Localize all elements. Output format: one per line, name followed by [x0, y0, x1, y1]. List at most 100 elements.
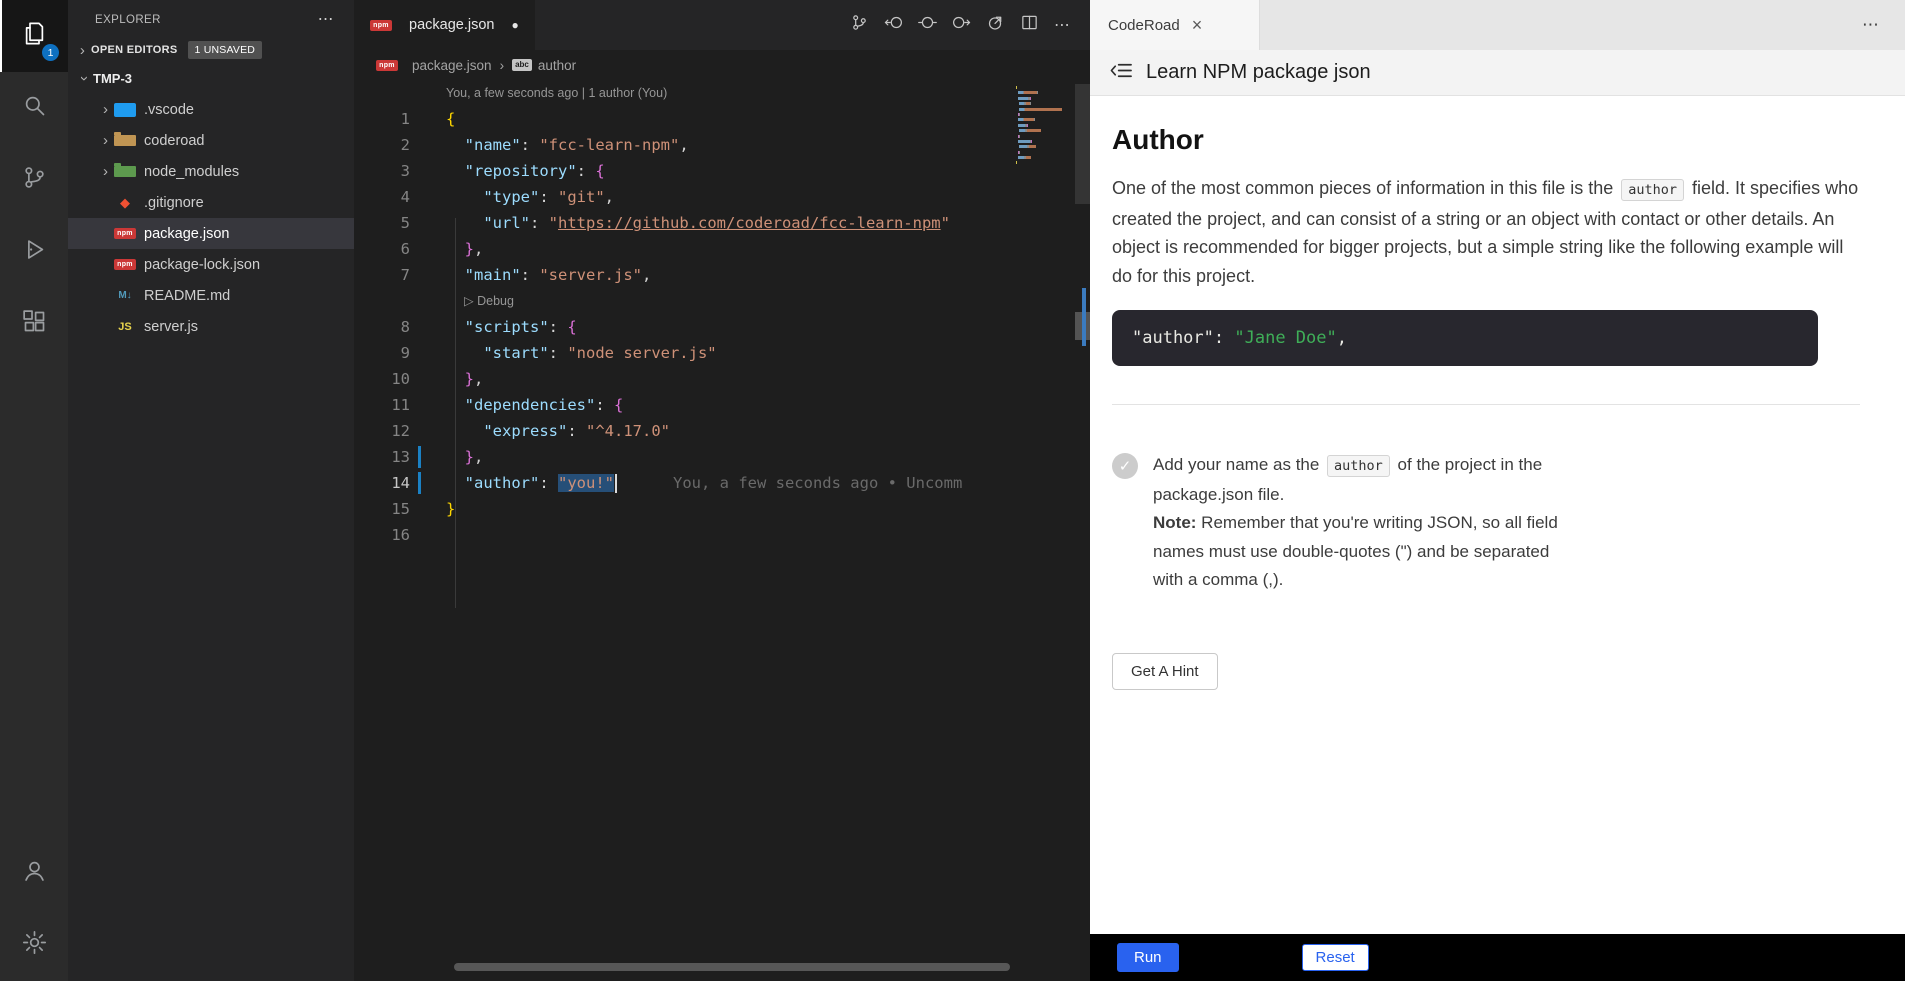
code-line-16[interactable]: 16 [354, 522, 1000, 548]
code-line-3[interactable]: 3 "repository": { [354, 158, 1000, 184]
activity-settings-button[interactable] [0, 909, 68, 981]
code-line-7[interactable]: 7 "main": "server.js", [354, 262, 1000, 288]
code-line-1[interactable]: 1{ [354, 106, 1000, 132]
file-item-README.md[interactable]: M↓README.md [68, 280, 354, 311]
example-token: , [1337, 328, 1347, 348]
code-line-15[interactable]: 15} [354, 496, 1000, 522]
chevron-right-icon: › [97, 132, 114, 149]
code-token [446, 188, 483, 206]
minimap-line [1016, 129, 1066, 132]
codelens-row[interactable]: You, a few seconds ago | 1 author (You) [354, 80, 1000, 106]
codelens-label[interactable]: ▷ Debug [410, 288, 514, 314]
editor-more-actions-icon[interactable]: ⋯ [1054, 15, 1070, 35]
markdown-icon: M↓ [114, 290, 136, 301]
coderoad-more-actions-icon[interactable]: ⋯ [1862, 15, 1905, 35]
line-number: 9 [354, 340, 410, 366]
extensions-icon [21, 308, 48, 340]
breadcrumb-separator: › [500, 58, 505, 73]
open-editors-section[interactable]: › OPEN EDITORS 1 UNSAVED [68, 36, 354, 64]
code-line-4[interactable]: 4 "type": "git", [354, 184, 1000, 210]
line-number: 12 [354, 418, 410, 444]
open-changes-icon[interactable] [918, 13, 937, 37]
line-number: 3 [354, 158, 410, 184]
overview-ruler[interactable] [1075, 80, 1090, 981]
chevron-right-icon: › [97, 163, 114, 180]
run-button[interactable]: Run [1117, 943, 1179, 972]
tab-package-json[interactable]: npm package.json ● [354, 0, 535, 50]
file-item-server.js[interactable]: JSserver.js [68, 311, 354, 342]
tab-label: package.json [409, 17, 494, 33]
activity-extensions-button[interactable] [0, 288, 68, 360]
chevron-right-icon: › [74, 42, 91, 59]
workspace-root-folder[interactable]: › TMP-3 [68, 64, 354, 92]
code-line-14[interactable]: 14 "author": "you!" You, a few seconds a… [354, 470, 1000, 496]
minimap-line [1016, 102, 1066, 105]
codelens-label[interactable]: You, a few seconds ago | 1 author (You) [410, 80, 667, 106]
code-line-6[interactable]: 6 }, [354, 236, 1000, 262]
scrollbar-slider[interactable] [1075, 84, 1090, 204]
activity-source-control-button[interactable] [0, 144, 68, 216]
code-line-5[interactable]: 5 "url": "https://github.com/coderoad/fc… [354, 210, 1000, 236]
close-icon[interactable]: × [1192, 15, 1203, 36]
text-run: Remember that you're writing JSON, so al… [1153, 513, 1558, 589]
tab-coderoad[interactable]: CodeRoad × [1090, 0, 1260, 50]
codelens-row[interactable]: ▷ Debug [354, 288, 1000, 314]
horizontal-scrollbar[interactable] [454, 963, 1010, 971]
activity-run-debug-button[interactable] [0, 216, 68, 288]
code-line-13[interactable]: 13 }, [354, 444, 1000, 470]
code-line-9[interactable]: 9 "start": "node server.js" [354, 340, 1000, 366]
code-editor[interactable]: You, a few seconds ago | 1 author (You)1… [354, 80, 1000, 951]
back-to-lessons-icon[interactable] [1110, 60, 1133, 86]
indent-guide [455, 218, 456, 608]
minimap[interactable] [1016, 86, 1066, 172]
code-token: : [595, 396, 614, 414]
activity-account-button[interactable] [0, 837, 68, 909]
line-number [354, 288, 410, 314]
breadcrumb-file[interactable]: npm package.json [376, 58, 492, 73]
code-line-11[interactable]: 11 "dependencies": { [354, 392, 1000, 418]
file-item-coderoad[interactable]: › coderoad [68, 125, 354, 156]
code-line-content: }, [410, 236, 483, 262]
breadcrumb-symbol[interactable]: abc author [512, 58, 576, 73]
text-run: Add your name as the [1153, 455, 1324, 474]
line-number: 2 [354, 132, 410, 158]
explorer-badge: 1 [42, 44, 59, 61]
get-hint-button[interactable]: Get A Hint [1112, 653, 1218, 690]
code-line-12[interactable]: 12 "express": "^4.17.0" [354, 418, 1000, 444]
lesson-title: Learn NPM package json [1146, 61, 1371, 84]
example-token: "author" [1132, 328, 1214, 348]
code-token: { [614, 396, 623, 414]
lesson-content[interactable]: Author One of the most common pieces of … [1090, 96, 1905, 934]
file-label: package-lock.json [144, 257, 260, 273]
code-line-10[interactable]: 10 }, [354, 366, 1000, 392]
task-check-icon[interactable]: ✓ [1112, 453, 1138, 479]
file-item-node_modules[interactable]: ›node_modules [68, 156, 354, 187]
lesson-paragraph: One of the most common pieces of informa… [1112, 174, 1860, 290]
modified-dot-icon[interactable]: ● [511, 18, 518, 32]
minimap-line [1016, 156, 1066, 159]
code-line-8[interactable]: 8 "scripts": { [354, 314, 1000, 340]
code-line-content: }, [410, 444, 483, 470]
previous-change-icon[interactable] [884, 13, 903, 37]
account-icon [21, 857, 48, 889]
next-change-icon[interactable] [952, 13, 971, 37]
activity-search-button[interactable] [0, 72, 68, 144]
explorer-more-actions-icon[interactable]: ⋯ [318, 15, 334, 25]
split-editor-icon[interactable] [1020, 13, 1039, 37]
file-item-.vscode[interactable]: ›.vscode [68, 94, 354, 125]
minimap-line [1016, 140, 1066, 143]
folder-icon [114, 135, 136, 146]
run-script-icon[interactable] [986, 13, 1005, 37]
file-label: .vscode [144, 102, 194, 118]
file-item-package-lock.json[interactable]: npmpackage-lock.json [68, 249, 354, 280]
file-item-.gitignore[interactable]: ◆.gitignore [68, 187, 354, 218]
lesson-heading: Author [1112, 124, 1860, 156]
reset-button[interactable]: Reset [1302, 944, 1369, 971]
git-icon: ◆ [114, 195, 136, 211]
file-label: coderoad [144, 133, 204, 149]
activity-explorer-button[interactable]: 1 [0, 0, 68, 72]
code-line-content: "url": "https://github.com/coderoad/fcc-… [410, 210, 950, 236]
file-item-package.json[interactable]: npmpackage.json [68, 218, 354, 249]
code-line-2[interactable]: 2 "name": "fcc-learn-npm", [354, 132, 1000, 158]
source-control-graph-icon[interactable] [850, 13, 869, 37]
